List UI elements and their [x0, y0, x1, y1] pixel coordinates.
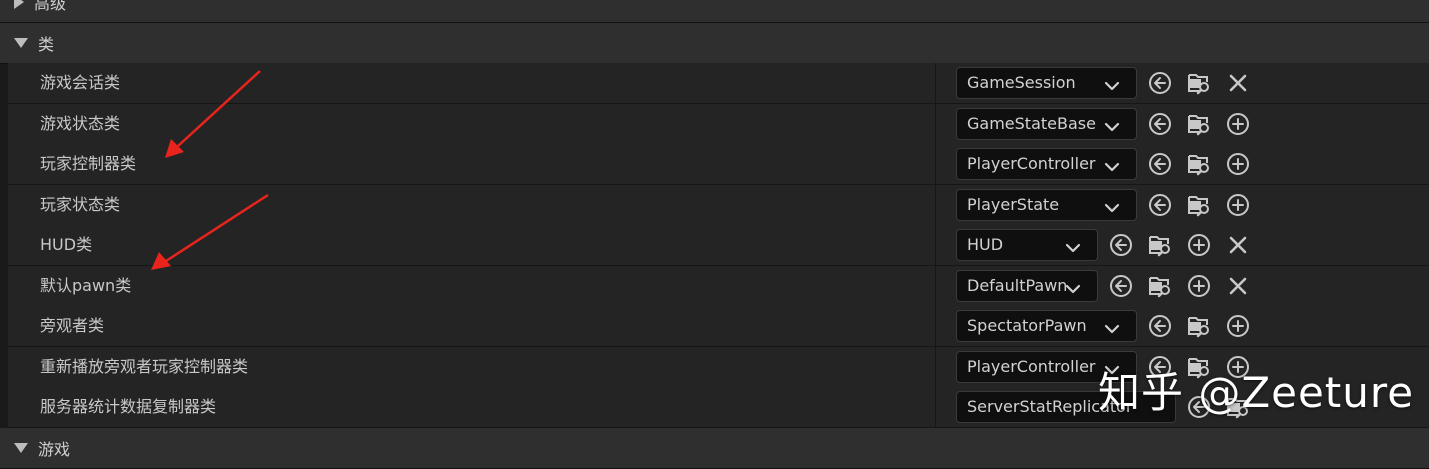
- section-title: 高级: [34, 0, 67, 13]
- clear-x-icon[interactable]: [1226, 233, 1250, 257]
- class-dropdown[interactable]: PlayerController: [956, 148, 1137, 180]
- details-panel: 高级 类 游戏会话类 GameSession 游戏状态类 GameStateBase 玩…: [0, 0, 1429, 469]
- browse-folder-icon[interactable]: [1187, 152, 1211, 176]
- section-title: 类: [38, 35, 55, 54]
- class-dropdown[interactable]: DefaultPawn: [956, 269, 1098, 302]
- property-label: 玩家状态类: [40, 194, 121, 214]
- chevron-down-icon: [1104, 320, 1120, 334]
- watermark: 知乎 @Zeeture: [1098, 368, 1415, 417]
- class-dropdown[interactable]: HUD: [956, 229, 1098, 261]
- use-selected-back-icon[interactable]: [1148, 193, 1172, 217]
- property-row: 旁观者类 SpectatorPawn: [8, 306, 1429, 347]
- browse-folder-icon[interactable]: [1187, 71, 1211, 95]
- add-new-icon[interactable]: [1226, 193, 1250, 217]
- section-classes-header[interactable]: 类: [0, 23, 1429, 64]
- class-dropdown[interactable]: GameStateBase: [956, 107, 1137, 140]
- property-row: 游戏会话类 GameSession: [8, 63, 1429, 104]
- section-advanced-header[interactable]: 高级: [0, 0, 1429, 23]
- property-label: 游戏会话类: [40, 73, 121, 92]
- property-label: 服务器统计数据复制器类: [40, 397, 217, 416]
- chevron-down-icon: [1104, 158, 1120, 172]
- property-row: 玩家控制器类 PlayerController: [8, 144, 1429, 185]
- chevron-down-icon: [1104, 118, 1120, 131]
- collapse-arrow-icon[interactable]: [14, 0, 24, 9]
- add-new-icon[interactable]: [1226, 314, 1250, 338]
- browse-folder-icon[interactable]: [1148, 274, 1172, 298]
- add-new-icon[interactable]: [1226, 112, 1250, 136]
- use-selected-back-icon[interactable]: [1148, 152, 1172, 176]
- chevron-down-icon: [1065, 280, 1081, 293]
- browse-folder-icon[interactable]: [1187, 112, 1211, 136]
- property-label: 重新播放旁观者玩家控制器类: [40, 356, 249, 376]
- property-label: 默认pawn类: [40, 275, 132, 295]
- add-new-icon[interactable]: [1187, 274, 1211, 298]
- section-title: 游戏: [38, 440, 71, 459]
- property-row: 游戏状态类 GameStateBase: [8, 103, 1429, 145]
- browse-folder-icon[interactable]: [1148, 233, 1172, 257]
- clear-x-icon[interactable]: [1226, 71, 1250, 95]
- browse-folder-icon[interactable]: [1187, 314, 1211, 338]
- property-label: 玩家控制器类: [40, 154, 137, 173]
- column-divider: [935, 306, 936, 346]
- property-row: 玩家状态类 PlayerState: [8, 184, 1429, 226]
- column-divider: [935, 265, 936, 306]
- browse-folder-icon[interactable]: [1187, 193, 1211, 217]
- chevron-down-icon: [1104, 199, 1120, 212]
- clear-x-icon[interactable]: [1226, 274, 1250, 298]
- section-game-header[interactable]: 游戏: [0, 428, 1429, 469]
- chevron-down-icon: [1065, 239, 1081, 253]
- column-divider: [935, 184, 936, 225]
- expand-arrow-icon[interactable]: [14, 443, 28, 453]
- add-new-icon[interactable]: [1187, 233, 1211, 257]
- class-dropdown[interactable]: GameSession: [956, 67, 1137, 99]
- column-divider: [935, 63, 936, 103]
- property-row: HUD类 HUD: [8, 225, 1429, 266]
- add-new-icon[interactable]: [1226, 152, 1250, 176]
- column-divider: [935, 346, 936, 387]
- use-selected-back-icon[interactable]: [1148, 112, 1172, 136]
- use-selected-back-icon[interactable]: [1148, 314, 1172, 338]
- property-label: HUD类: [40, 235, 93, 254]
- use-selected-back-icon[interactable]: [1148, 71, 1172, 95]
- column-divider: [935, 144, 936, 184]
- column-divider: [935, 225, 936, 265]
- use-selected-back-icon[interactable]: [1109, 233, 1133, 257]
- use-selected-back-icon[interactable]: [1109, 274, 1133, 298]
- property-label: 游戏状态类: [40, 113, 121, 133]
- class-dropdown[interactable]: SpectatorPawn: [956, 310, 1137, 342]
- class-dropdown[interactable]: PlayerState: [956, 188, 1137, 221]
- column-divider: [935, 103, 936, 144]
- column-divider: [935, 387, 936, 427]
- expand-arrow-icon[interactable]: [14, 38, 28, 48]
- property-label: 旁观者类: [40, 316, 105, 335]
- chevron-down-icon: [1104, 77, 1120, 91]
- property-row: 默认pawn类 DefaultPawn: [8, 265, 1429, 307]
